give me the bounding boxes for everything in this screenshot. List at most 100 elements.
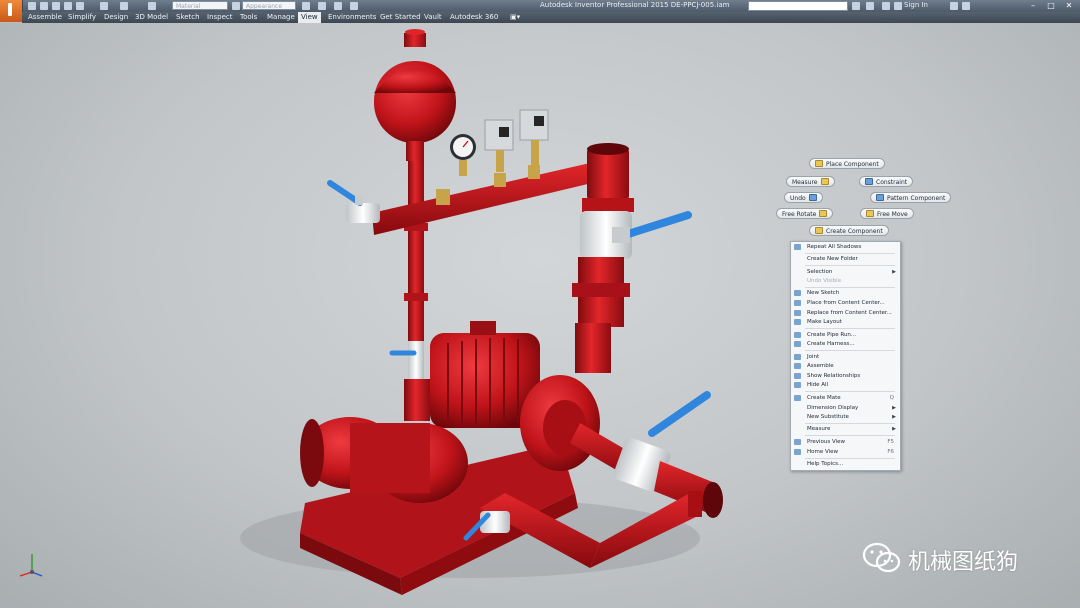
appearance-icon[interactable] [232, 2, 240, 10]
move-icon [866, 210, 874, 217]
mate-icon [794, 395, 801, 401]
help-icon[interactable] [962, 2, 970, 10]
tab-manage[interactable]: Manage [267, 12, 295, 23]
create-component-label: Create Component [826, 228, 883, 235]
exchange-icon[interactable] [950, 2, 958, 10]
free-rotate-button[interactable]: Free Rotate [776, 208, 834, 219]
ribbon-tab-bar: Assemble Simplify Design 3D Model Sketch… [22, 12, 1080, 23]
undo-icon[interactable] [64, 2, 72, 10]
pattern-component-button[interactable]: Pattern Component [870, 192, 952, 203]
menu-item-create-new-folder[interactable]: Create New Folder [791, 254, 900, 264]
minimize-button[interactable]: – [1024, 0, 1042, 11]
menu-item-hide-all[interactable]: Hide All [791, 380, 900, 390]
content-center-icon [794, 300, 801, 306]
menu-item-previous-view[interactable]: Previous View F5 [791, 437, 900, 447]
previous-view-icon [794, 439, 801, 445]
shortcut-label: F5 [887, 439, 894, 445]
tab-view[interactable]: View [298, 12, 321, 23]
rotate-icon[interactable] [334, 2, 342, 10]
joint-icon [794, 354, 801, 360]
hide-icon [794, 382, 801, 388]
tab-tools[interactable]: Tools [240, 12, 257, 23]
tab-simplify[interactable]: Simplify [68, 12, 96, 23]
shortcut-label: F6 [887, 449, 894, 455]
home-icon [794, 449, 801, 455]
ribbon-options-icon[interactable]: ▣▾ [510, 12, 520, 23]
undo-button[interactable]: Undo [784, 192, 823, 203]
create-component-button[interactable]: Create Component [809, 225, 889, 236]
application-menu-button[interactable] [0, 0, 23, 22]
open-file-icon[interactable] [40, 2, 48, 10]
update-icon[interactable] [148, 2, 156, 10]
constraint-icon [865, 178, 873, 185]
menu-item-place-from-content-center[interactable]: Place from Content Center... [791, 298, 900, 308]
menu-item-create-mate[interactable]: Create Mate Q [791, 393, 900, 403]
menu-item-repeat-all-shadows[interactable]: Repeat All Shadows [791, 242, 900, 252]
menu-separator [805, 328, 895, 329]
tab-design[interactable]: Design [104, 12, 128, 23]
tab-inspect[interactable]: Inspect [207, 12, 233, 23]
undo-label: Undo [790, 195, 806, 202]
tab-assemble[interactable]: Assemble [28, 12, 62, 23]
assemble-icon [794, 363, 801, 369]
new-file-icon[interactable] [28, 2, 36, 10]
select-icon[interactable] [120, 2, 128, 10]
place-component-button[interactable]: Place Component [809, 158, 885, 169]
constraint-button[interactable]: Constraint [859, 176, 914, 187]
help-search-input[interactable] [748, 1, 848, 11]
tab-get-started[interactable]: Get Started [380, 12, 421, 23]
redo-icon[interactable] [76, 2, 84, 10]
create-component-icon [815, 227, 823, 234]
material-combo[interactable]: Material [172, 1, 228, 10]
fx-icon[interactable] [318, 2, 326, 10]
appearance-combo[interactable]: Appearance [242, 1, 296, 10]
shortcut-label: Q [889, 395, 894, 401]
menu-item-new-substitute[interactable]: New Substitute ▶ [791, 412, 900, 422]
menu-item-assemble[interactable]: Assemble [791, 361, 900, 371]
measure-button[interactable]: Measure [786, 176, 835, 187]
user-icon[interactable] [894, 2, 902, 10]
graphics-viewport[interactable]: Place Component Measure Constraint Undo … [0, 23, 1080, 608]
pan-icon[interactable] [350, 2, 358, 10]
tab-3d-model[interactable]: 3D Model [135, 12, 168, 23]
menu-separator [805, 435, 895, 436]
menu-item-make-layout[interactable]: Make Layout [791, 317, 900, 327]
menu-item-help-topics[interactable]: Help Topics... [791, 459, 900, 469]
menu-item-home-view[interactable]: Home View F6 [791, 447, 900, 457]
menu-item-create-harness[interactable]: Create Harness... [791, 339, 900, 349]
save-icon[interactable] [52, 2, 60, 10]
tab-vault[interactable]: Vault [424, 12, 442, 23]
pattern-component-label: Pattern Component [887, 195, 946, 202]
tab-sketch[interactable]: Sketch [176, 12, 200, 23]
layout-icon [794, 319, 801, 325]
sketch-icon [794, 290, 801, 296]
measure-label: Measure [792, 179, 818, 186]
close-button[interactable]: ✕ [1060, 0, 1078, 11]
shadows-icon [794, 244, 801, 250]
menu-separator [805, 350, 895, 351]
watermark: 机械图纸狗 [862, 541, 1018, 579]
menu-item-undo-visible: Undo Visible [807, 278, 842, 284]
binoculars-icon[interactable] [852, 2, 860, 10]
pattern-icon [876, 194, 884, 201]
free-move-label: Free Move [877, 211, 908, 218]
ruler-icon [820, 178, 829, 185]
menu-item-new-sketch[interactable]: New Sketch [791, 288, 900, 298]
view-triad-icon[interactable] [14, 548, 46, 580]
adjust-icon[interactable] [302, 2, 310, 10]
tab-autodesk-360[interactable]: Autodesk 360 [450, 12, 498, 23]
place-component-label: Place Component [826, 161, 879, 168]
submenu-arrow-icon: ▶ [892, 414, 896, 420]
constraint-label: Constraint [876, 179, 908, 186]
pump-assembly-model[interactable] [0, 23, 1080, 608]
wechat-icon [862, 542, 901, 573]
star-icon[interactable] [882, 2, 890, 10]
maximize-button[interactable]: □ [1042, 0, 1060, 11]
menu-item-measure[interactable]: Measure ▶ [791, 424, 900, 434]
tab-environments[interactable]: Environments [328, 12, 376, 23]
window-title: Autodesk Inventor Professional 2015 DE-P… [540, 1, 730, 9]
subscription-icon[interactable] [866, 2, 874, 10]
free-move-button[interactable]: Free Move [860, 208, 914, 219]
sign-in-link[interactable]: Sign In [904, 1, 928, 9]
return-icon[interactable] [100, 2, 108, 10]
